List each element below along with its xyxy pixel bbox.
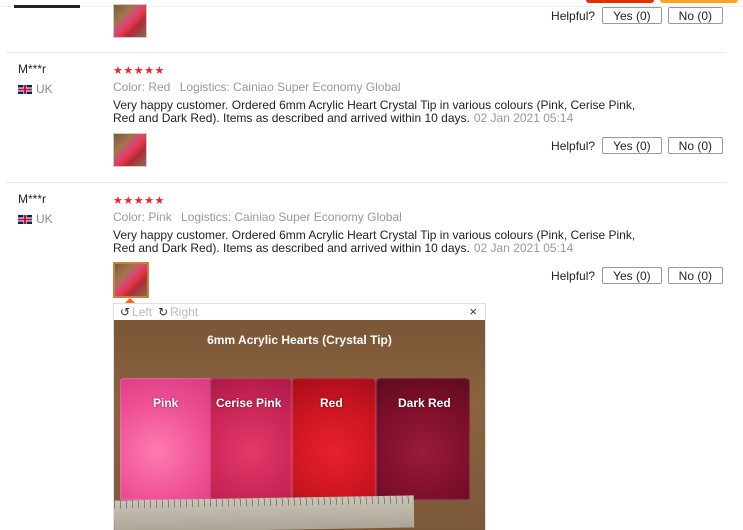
review-photo: 6mm Acrylic Hearts (Crystal Tip) Pink Ce… (114, 320, 485, 530)
review-date: 02 Jan 2021 05:14 (473, 241, 574, 255)
review-color: Color: Red (113, 80, 171, 94)
review-photo-thumbnail[interactable] (113, 4, 147, 38)
top-red-button[interactable] (586, 0, 654, 3)
rotate-right-button[interactable]: ↻ Right (158, 305, 198, 319)
review-photo-thumbnail-selected[interactable] (113, 262, 149, 298)
yes-vote-button[interactable]: Yes (0) (602, 137, 662, 154)
review-logistics: Logistics: Cainiao Super Economy Global (181, 210, 402, 224)
helpful-label: Helpful? (551, 138, 596, 153)
bag-label: Cerise Pink (216, 396, 282, 410)
bag-label: Dark Red (398, 396, 451, 410)
uk-flag-icon (18, 214, 32, 224)
review-logistics: Logistics: Cainiao Super Economy Global (179, 80, 401, 94)
helpful-label: Helpful? (551, 268, 596, 283)
bag-label: Red (320, 396, 343, 410)
no-vote-button[interactable]: No (0) (667, 137, 723, 154)
rotate-left-icon: ↺ (120, 305, 131, 319)
reviewer-name: M***r (18, 62, 47, 76)
yes-vote-button[interactable]: Yes (0) (602, 7, 662, 24)
no-vote-button[interactable]: No (0) (667, 7, 723, 24)
helpful-vote-group: Helpful? Yes (0) No (0) (551, 267, 723, 284)
review-color: Color: Pink (113, 210, 172, 224)
review-divider (6, 182, 726, 183)
helpful-vote-group: Helpful? Yes (0) No (0) (551, 7, 723, 24)
photo-caption: 6mm Acrylic Hearts (Crystal Tip) (207, 333, 392, 347)
rotate-left-button[interactable]: ↺ Left (120, 305, 152, 319)
reviewer-name: M***r (18, 192, 47, 206)
review-date: 02 Jan 2021 05:14 (473, 111, 574, 125)
yes-vote-button[interactable]: Yes (0) (602, 267, 662, 284)
star-rating: ★★★★★ (113, 65, 165, 77)
no-vote-button[interactable]: No (0) (667, 267, 723, 284)
top-orange-button[interactable] (660, 0, 738, 3)
review-divider (6, 52, 726, 53)
uk-flag-icon (18, 84, 32, 94)
close-icon[interactable]: × (469, 304, 477, 320)
rotate-right-label: Right (170, 305, 199, 319)
bag-label: Pink (153, 396, 179, 410)
review-meta: Color: Red Logistics: Cainiao Super Econ… (113, 80, 406, 94)
review-photo-thumbnail[interactable] (113, 133, 147, 167)
star-rating: ★★★★★ (113, 195, 165, 207)
photo-viewer: ↺ Left ↻ Right × 6mm Acrylic Hearts (Cry… (113, 303, 486, 530)
reviewer-country: UK (18, 212, 53, 226)
country-label: UK (36, 82, 53, 96)
rotate-right-icon: ↻ (158, 305, 169, 319)
viewer-toolbar: ↺ Left ↻ Right × (114, 304, 485, 320)
country-label: UK (36, 212, 53, 226)
reviewer-country: UK (18, 82, 53, 96)
review-text: Very happy customer. Ordered 6mm Acrylic… (113, 229, 643, 255)
ruler (114, 495, 415, 530)
helpful-vote-group: Helpful? Yes (0) No (0) (551, 137, 723, 154)
rotate-left-label: Left (132, 305, 153, 319)
review-meta: Color: Pink Logistics: Cainiao Super Eco… (113, 210, 408, 224)
active-tab-indicator (14, 0, 80, 8)
helpful-label: Helpful? (551, 8, 596, 23)
review-text: Very happy customer. Ordered 6mm Acrylic… (113, 99, 643, 125)
